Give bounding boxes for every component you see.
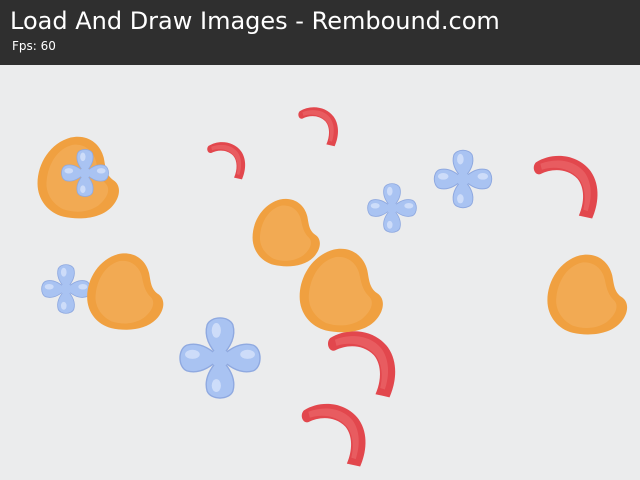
sprite-layer — [37, 107, 628, 467]
blue-flower-sprite — [179, 317, 261, 399]
red-worm-sprite — [327, 331, 396, 398]
blue-flower-sprite — [41, 264, 91, 314]
orange-blob-sprite — [252, 198, 320, 267]
blue-flower-sprite — [367, 183, 417, 233]
red-worm-sprite — [533, 155, 598, 219]
orange-blob-sprite — [87, 253, 164, 330]
blue-flower-sprite — [433, 149, 493, 209]
game-canvas[interactable]: Load And Draw Images - Rembound.com Fps:… — [0, 0, 640, 480]
red-worm-sprite — [298, 107, 338, 147]
red-worm-sprite — [301, 403, 366, 467]
red-worm-sprite — [207, 142, 246, 180]
orange-blob-sprite — [299, 248, 383, 333]
orange-blob-sprite — [547, 254, 628, 335]
